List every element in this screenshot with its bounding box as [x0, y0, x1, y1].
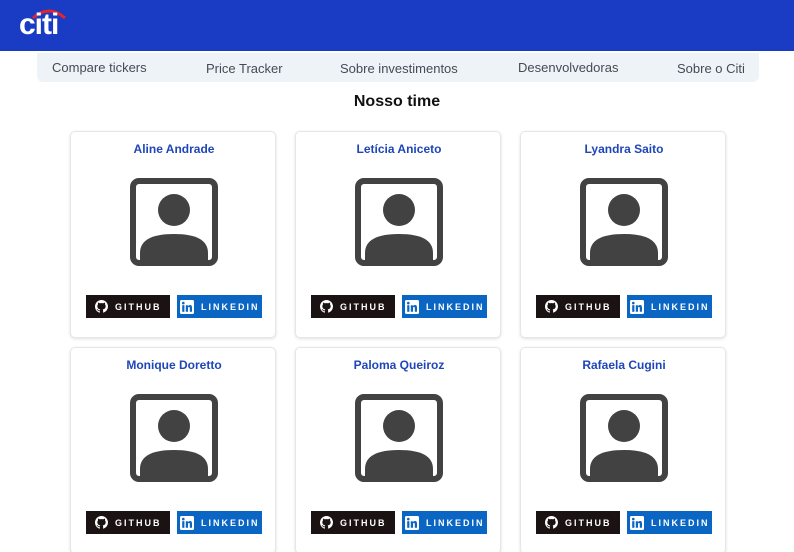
linkedin-label: LINKEDIN [426, 517, 485, 528]
member-name: Paloma Queiroz [353, 358, 445, 372]
member-name: Rafaela Cugini [582, 358, 666, 372]
brand-wordmark: citi [19, 8, 59, 41]
linkedin-icon [405, 299, 419, 314]
account-box-icon [580, 394, 668, 482]
member-name: Lyandra Saito [584, 142, 664, 156]
account-box-icon [580, 178, 668, 266]
account-box-icon [355, 394, 443, 482]
linkedin-icon [630, 515, 644, 530]
github-label: GITHUB [565, 301, 612, 312]
nav-item-desenvolvedoras[interactable]: Desenvolvedoras [518, 60, 618, 75]
account-box-icon [130, 394, 218, 482]
nav-item-compare-tickers[interactable]: Compare tickers [52, 60, 147, 75]
linkedin-label: LINKEDIN [651, 517, 710, 528]
account-box-icon [355, 178, 443, 266]
github-label: GITHUB [115, 301, 162, 312]
member-name: Monique Doretto [126, 358, 222, 372]
github-button[interactable]: GITHUB [86, 511, 170, 534]
team-card: Paloma Queiroz GITHUB LINKEDIN [295, 347, 501, 552]
linkedin-button[interactable]: LINKEDIN [177, 295, 262, 318]
github-button[interactable]: GITHUB [311, 511, 395, 534]
page-title: Nosso time [353, 93, 441, 110]
linkedin-button[interactable]: LINKEDIN [627, 511, 712, 534]
github-icon [320, 516, 333, 529]
linkedin-button[interactable]: LINKEDIN [402, 295, 487, 318]
team-card: Monique Doretto GITHUB LINKEDIN [70, 347, 276, 552]
nav-item-sobre-o-citi[interactable]: Sobre o Citi [677, 61, 745, 76]
linkedin-icon [180, 299, 194, 314]
github-icon [95, 300, 108, 313]
linkedin-button[interactable]: LINKEDIN [177, 511, 262, 534]
github-icon [545, 300, 558, 313]
linkedin-icon [405, 515, 419, 530]
linkedin-button[interactable]: LINKEDIN [402, 511, 487, 534]
linkedin-button[interactable]: LINKEDIN [627, 295, 712, 318]
linkedin-label: LINKEDIN [201, 301, 260, 312]
linkedin-icon [180, 515, 194, 530]
main-nav: Compare tickers Price Tracker Sobre inve… [37, 53, 759, 82]
nav-item-price-tracker[interactable]: Price Tracker [206, 61, 283, 76]
github-button[interactable]: GITHUB [536, 295, 620, 318]
github-label: GITHUB [340, 301, 387, 312]
team-card: Rafaela Cugini GITHUB LINKEDIN [520, 347, 726, 552]
linkedin-label: LINKEDIN [426, 301, 485, 312]
github-button[interactable]: GITHUB [86, 295, 170, 318]
github-label: GITHUB [565, 517, 612, 528]
linkedin-icon [630, 299, 644, 314]
github-icon [320, 300, 333, 313]
team-card: Lyandra Saito GITHUB LINKEDIN [520, 131, 726, 338]
github-icon [95, 516, 108, 529]
linkedin-label: LINKEDIN [201, 517, 260, 528]
top-header: citi [0, 0, 794, 51]
github-label: GITHUB [115, 517, 162, 528]
github-button[interactable]: GITHUB [536, 511, 620, 534]
github-icon [545, 516, 558, 529]
nav-item-sobre-investimentos[interactable]: Sobre investimentos [340, 61, 458, 76]
citi-logo[interactable]: citi [19, 6, 79, 42]
account-box-icon [130, 178, 218, 266]
team-card: Aline Andrade GITHUB LINKEDIN [70, 131, 276, 338]
team-card: Letícia Aniceto GITHUB LINKEDIN [295, 131, 501, 338]
member-name: Aline Andrade [133, 142, 215, 156]
linkedin-label: LINKEDIN [651, 301, 710, 312]
member-name: Letícia Aniceto [356, 142, 442, 156]
github-label: GITHUB [340, 517, 387, 528]
github-button[interactable]: GITHUB [311, 295, 395, 318]
